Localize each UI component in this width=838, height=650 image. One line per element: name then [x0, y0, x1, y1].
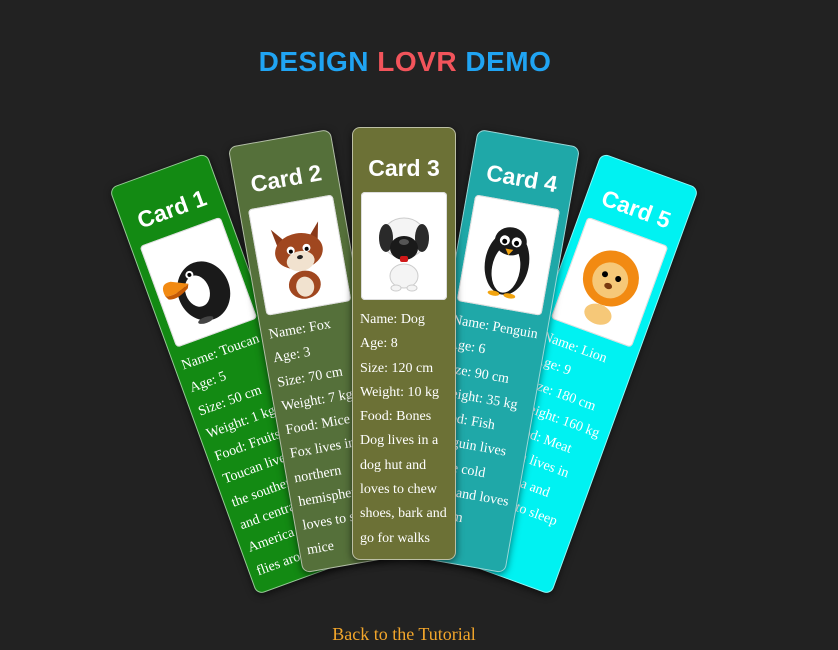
- card-age: Age: 8: [360, 336, 398, 352]
- card-description: Dog lives in a dog hut and loves to chew…: [360, 433, 447, 546]
- card-title: Card 4: [484, 159, 560, 198]
- card-food: Food: Bones: [360, 409, 432, 425]
- page-title: DESIGN LOVR DEMO: [0, 44, 810, 80]
- card-title: Card 3: [368, 155, 440, 181]
- title-design: DESIGN: [258, 46, 369, 77]
- title-lovr: LOVR: [377, 46, 458, 77]
- back-to-tutorial-link[interactable]: Back to the Tutorial: [0, 622, 808, 646]
- card-name: Name: Dog: [360, 312, 425, 327]
- fox-image: [247, 194, 352, 316]
- card-title: Card 2: [248, 159, 324, 198]
- penguin-image: [456, 194, 561, 316]
- card-weight: Weight: 10 kg: [360, 384, 439, 400]
- dog-image: [361, 192, 447, 300]
- card-info: Name: Dog Age: 8 Size: 120 cm Weight: 10…: [353, 300, 455, 551]
- card-3[interactable]: Card 3 Name: Dog Age: 8 Size: 120 cm Wei…: [352, 127, 456, 560]
- card-size: Size: 120 cm: [360, 360, 434, 376]
- page: DESIGN LOVR DEMO Card 1 Name: Toucan Age…: [0, 0, 838, 650]
- title-demo: DEMO: [465, 46, 552, 77]
